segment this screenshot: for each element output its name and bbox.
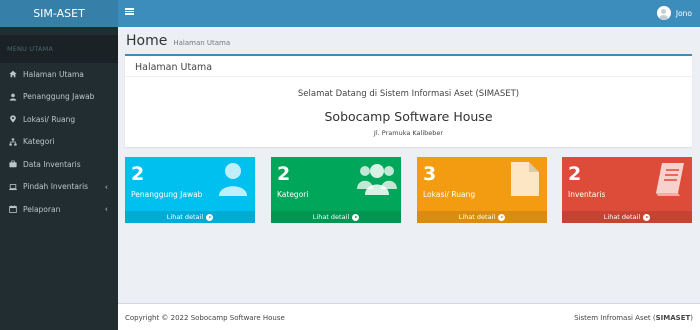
sidebar-item-pelaporan[interactable]: Pelaporan ‹ [0, 198, 118, 221]
tile-count: 2 [568, 163, 582, 185]
users-icon [357, 164, 397, 195]
topbar: Jono [118, 0, 700, 27]
tile-label: Inventaris [568, 190, 606, 199]
divider [125, 76, 692, 77]
footer-system: Sistem Infromasi Aset (SIMASET) [574, 314, 693, 322]
tile-count: 2 [277, 163, 291, 185]
book-icon [656, 163, 684, 196]
tile-label: Kategori [277, 190, 309, 199]
stat-tile-inventaris: 2 Inventaris Lihat detail [562, 157, 692, 223]
user-menu[interactable]: Jono [656, 6, 692, 20]
page-title: Home [126, 33, 168, 49]
tile-link-label: Lihat detail [603, 213, 641, 221]
briefcase-icon [9, 160, 17, 168]
sidebar-item-label: Pindah Inventaris [23, 182, 89, 192]
page-header: Home Halaman Utama [126, 33, 230, 49]
sidebar-item-data-inventaris[interactable]: Data Inventaris [0, 153, 118, 176]
tile-detail-link[interactable]: Lihat detail [417, 211, 547, 223]
tile-detail-link[interactable]: Lihat detail [125, 211, 255, 223]
arrow-circle-right-icon [352, 213, 360, 221]
sitemap-icon [9, 138, 17, 146]
tile-count: 2 [131, 163, 145, 185]
stat-tile-lokasi-ruang: 3 Lokasi/ Ruang Lihat detail [417, 157, 547, 223]
arrow-circle-right-icon [206, 213, 214, 221]
menu-header: MENU UTAMA [0, 35, 118, 63]
app-logo[interactable]: SIM-ASET [0, 0, 118, 27]
tile-count: 3 [423, 163, 437, 185]
tile-detail-link[interactable]: Lihat detail [562, 211, 692, 223]
stat-tile-kategori: 2 Kategori Lihat detail [271, 157, 401, 223]
sidebar-item-label: Halaman Utama [23, 69, 84, 79]
footer-system-short: SIMASET [655, 314, 691, 322]
sidebar-item-pindah-inventaris[interactable]: Pindah Inventaris ‹ [0, 176, 118, 199]
calendar-icon [9, 205, 17, 214]
footer-copyright: Copyright © 2022 Sobocamp Software House [125, 314, 285, 322]
company-name: Sobocamp Software House [324, 109, 493, 124]
welcome-box: Halaman Utama Selamat Datang di Sistem I… [125, 54, 692, 147]
arrow-circle-right-icon [643, 213, 651, 221]
tile-detail-link[interactable]: Lihat detail [271, 211, 401, 223]
footer-system-prefix: Sistem Infromasi Aset ( [574, 314, 656, 322]
chevron-left-icon: ‹ [104, 204, 108, 214]
avatar [656, 6, 671, 20]
page-subtitle: Halaman Utama [173, 39, 231, 47]
user-icon [219, 163, 247, 196]
home-icon [9, 70, 17, 78]
tile-link-label: Lihat detail [312, 213, 350, 221]
tile-link-label: Lihat detail [458, 213, 496, 221]
tile-label: Lokasi/ Ruang [423, 190, 476, 199]
tile-label: Penanggung Jawab [131, 190, 203, 199]
sidebar-item-lokasi-ruang[interactable]: Lokasi/ Ruang [0, 108, 118, 131]
welcome-text: Selamat Datang di Sistem Informasi Aset … [297, 89, 520, 99]
user-name: Jono [675, 8, 692, 18]
sidebar-item-penanggung-jawab[interactable]: Penanggung Jawab [0, 86, 118, 109]
chevron-left-icon: ‹ [104, 182, 108, 192]
sidebar-item-label: Pelaporan [23, 204, 61, 214]
sidebar-item-label: Penanggung Jawab [23, 92, 95, 102]
footer-system-suffix: ) [690, 314, 693, 322]
footer: Copyright © 2022 Sobocamp Software House… [118, 303, 700, 330]
hamburger-icon[interactable] [125, 7, 134, 16]
user-icon [9, 93, 17, 101]
sidebar-item-label: Lokasi/ Ruang [23, 114, 76, 124]
sidebar-item-halaman-utama[interactable]: Halaman Utama [0, 63, 118, 86]
arrow-circle-right-icon [498, 213, 506, 221]
app-brand: SIM-ASET [33, 7, 85, 20]
sidebar-item-label: Data Inventaris [23, 159, 81, 169]
stat-tile-penanggung-jawab: 2 Penanggung Jawab Lihat detail [125, 157, 255, 223]
tile-link-label: Lihat detail [166, 213, 204, 221]
box-title: Halaman Utama [135, 62, 213, 73]
sidebar: SIM-ASET MENU UTAMA Halaman Utama Penang… [0, 0, 118, 330]
file-icon [511, 162, 539, 196]
sidebar-item-label: Kategori [23, 137, 55, 147]
sidebar-item-kategori[interactable]: Kategori [0, 131, 118, 154]
laptop-icon [9, 183, 17, 191]
company-address: Jl. Pramuka Kalibeber [373, 129, 444, 137]
map-marker-icon [9, 115, 17, 123]
